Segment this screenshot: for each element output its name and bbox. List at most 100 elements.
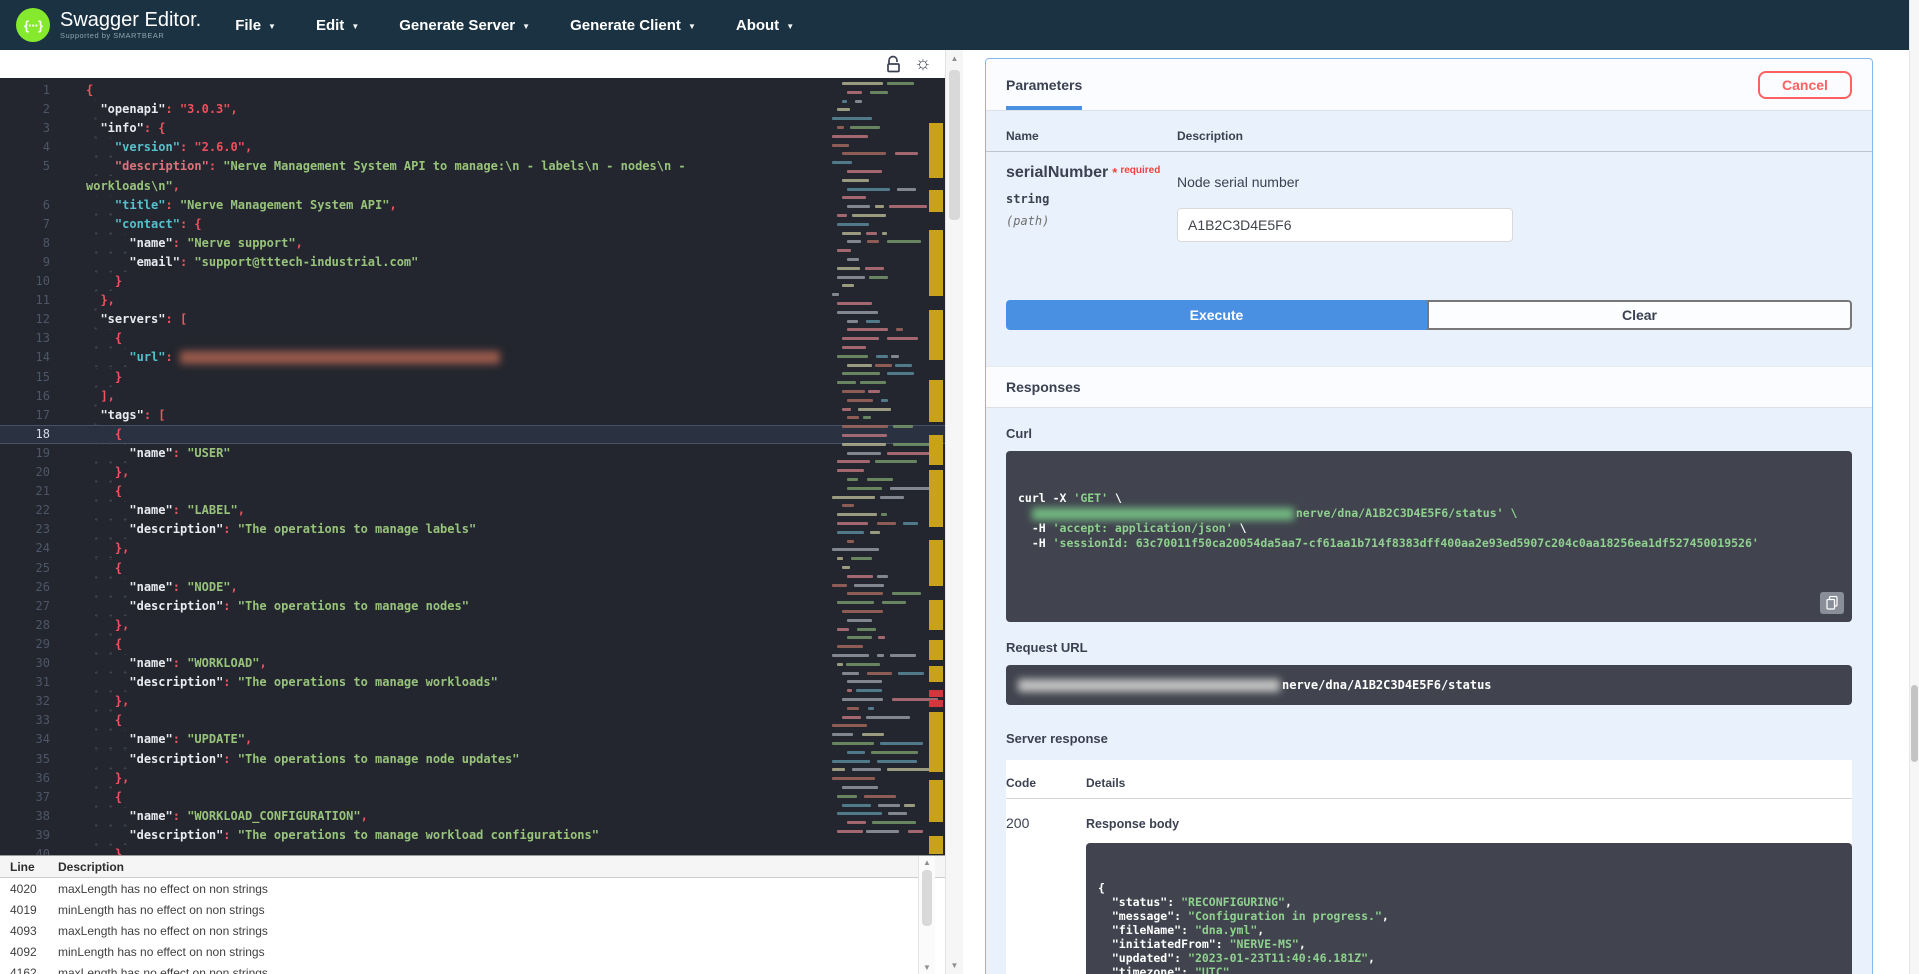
warning-marker[interactable] (929, 190, 943, 212)
cancel-button[interactable]: Cancel (1758, 71, 1852, 99)
editor-line[interactable]: 29{ (0, 635, 945, 654)
editor-line[interactable]: 13{ (0, 329, 945, 348)
console-scroll-thumb[interactable] (922, 870, 932, 926)
warning-marker[interactable] (929, 435, 943, 465)
top-navbar: {···} Swagger Editor. Supported by SMART… (0, 0, 1919, 50)
menu-bar: File▼ Edit▼ Generate Server▼ Generate Clien… (235, 17, 794, 34)
warning-marker[interactable] (929, 123, 943, 178)
code-editor[interactable]: 1{2"openapi": "3.0.3",3"info": {4"versio… (0, 78, 945, 855)
editor-line[interactable]: 20}, (0, 463, 945, 482)
editor-line[interactable]: 10} (0, 272, 945, 291)
editor-line[interactable]: 2"openapi": "3.0.3", (0, 100, 945, 119)
brightness-icon[interactable]: ☼ (913, 54, 933, 74)
editor-line[interactable]: 33{ (0, 711, 945, 730)
editor-line[interactable]: 16], (0, 387, 945, 406)
serial-number-input[interactable] (1177, 208, 1513, 242)
editor-line[interactable]: 1{ (0, 81, 945, 100)
warning-marker[interactable] (929, 666, 943, 682)
parameters-title: Parameters (1006, 77, 1082, 93)
warning-marker[interactable] (929, 230, 943, 296)
response-body-block: { "status": "RECONFIGURING", "message": … (1086, 843, 1852, 974)
scroll-up-icon[interactable]: ▲ (946, 54, 963, 63)
console-row[interactable]: 4162maxLength has no effect on non strin… (0, 962, 945, 974)
parameter-description: Node serial number (1177, 174, 1513, 190)
editor-line[interactable]: 25{ (0, 559, 945, 578)
editor-line[interactable]: 27"description": "The operations to mana… (0, 597, 945, 616)
editor-line[interactable]: 9"email": "support@tttech-industrial.com… (0, 253, 945, 272)
editor-line[interactable]: 12"servers": [ (0, 310, 945, 329)
editor-line[interactable]: 19"name": "USER" (0, 444, 945, 463)
console-row[interactable]: 4020maxLength has no effect on non strin… (0, 878, 945, 899)
editor-line[interactable]: 22"name": "LABEL", (0, 501, 945, 520)
warning-marker[interactable] (929, 780, 943, 822)
scroll-up-icon[interactable]: ▲ (919, 858, 935, 867)
editor-line[interactable]: 23"description": "The operations to mana… (0, 520, 945, 539)
scroll-down-icon[interactable]: ▼ (919, 963, 935, 972)
editor-line[interactable]: 26"name": "NODE", (0, 578, 945, 597)
editor-line[interactable]: 5"description": "Nerve Management System… (0, 157, 945, 176)
editor-line[interactable]: 14"url": (0, 348, 945, 367)
menu-generate-server[interactable]: Generate Server▼ (399, 17, 530, 34)
editor-line[interactable]: 30"name": "WORKLOAD", (0, 654, 945, 673)
warning-marker[interactable] (929, 712, 943, 772)
live-response-row: 200 Response body { "status": "RECONFIGU… (1006, 799, 1852, 974)
editor-line[interactable]: 7"contact": { (0, 215, 945, 234)
request-url-label: Request URL (1006, 640, 1852, 655)
menu-edit[interactable]: Edit▼ (316, 17, 359, 34)
console-row[interactable]: 4092minLength has no effect on non strin… (0, 941, 945, 962)
warning-marker[interactable] (929, 640, 943, 660)
editor-line[interactable]: 37{ (0, 788, 945, 807)
menu-about[interactable]: About▼ (736, 17, 794, 34)
copy-icon[interactable] (1820, 592, 1844, 614)
menu-generate-client[interactable]: Generate Client▼ (570, 17, 696, 34)
page-scroll-thumb[interactable] (1911, 685, 1918, 762)
console-row[interactable]: 4093maxLength has no effect on non strin… (0, 920, 945, 941)
execute-button[interactable]: Execute (1006, 300, 1427, 330)
editor-line[interactable]: 35"description": "The operations to mana… (0, 750, 945, 769)
console-row[interactable]: 4019minLength has no effect on non strin… (0, 899, 945, 920)
clear-button[interactable]: Clear (1427, 300, 1852, 330)
editor-line[interactable]: 36}, (0, 769, 945, 788)
parameter-type: string (1006, 192, 1177, 206)
editor-line[interactable]: 21{ (0, 482, 945, 501)
editor-line[interactable]: 31"description": "The operations to mana… (0, 673, 945, 692)
warning-marker[interactable] (929, 540, 943, 586)
editor-line[interactable]: 6"title": "Nerve Management System API", (0, 196, 945, 215)
error-marker[interactable] (929, 690, 943, 697)
warning-marker[interactable] (929, 836, 943, 854)
editor-line[interactable]: 3"info": { (0, 119, 945, 138)
error-marker[interactable] (929, 700, 943, 707)
editor-minimap[interactable] (830, 82, 924, 848)
console-rows: 4020maxLength has no effect on non strin… (0, 878, 945, 974)
editor-line[interactable]: 39"description": "The operations to mana… (0, 826, 945, 845)
editor-line[interactable]: workloads\n", (0, 177, 945, 196)
warning-marker[interactable] (929, 310, 943, 360)
details-column-header: Details (1086, 776, 1125, 790)
editor-line[interactable]: 34"name": "UPDATE", (0, 730, 945, 749)
editor-line[interactable]: 24}, (0, 539, 945, 558)
editor-scroll-thumb[interactable] (949, 70, 960, 220)
editor-scrollbar[interactable]: ▲ ▼ (945, 50, 963, 974)
tab-parameters[interactable]: Parameters (1006, 59, 1082, 110)
editor-line[interactable]: 8"name": "Nerve support", (0, 234, 945, 253)
page-scrollbar[interactable] (1909, 0, 1919, 974)
console-scrollbar[interactable]: ▲ ▼ (918, 856, 935, 974)
editor-line[interactable]: 18{ (0, 425, 945, 444)
chevron-down-icon: ▼ (351, 22, 359, 31)
scroll-down-icon[interactable]: ▼ (946, 961, 963, 970)
editor-line[interactable]: 38"name": "WORKLOAD_CONFIGURATION", (0, 807, 945, 826)
unlock-icon[interactable] (884, 54, 904, 74)
editor-line[interactable]: 17"tags": [ (0, 406, 945, 425)
warning-marker-bar[interactable] (929, 78, 943, 855)
editor-toolbar: ☼ (0, 50, 945, 78)
editor-line[interactable]: 4"version": "2.6.0", (0, 138, 945, 157)
menu-file[interactable]: File▼ (235, 17, 276, 34)
editor-line[interactable]: 11}, (0, 291, 945, 310)
editor-line[interactable]: 40} (0, 845, 945, 855)
warning-marker[interactable] (929, 470, 943, 527)
editor-line[interactable]: 28}, (0, 616, 945, 635)
warning-marker[interactable] (929, 600, 943, 630)
warning-marker[interactable] (929, 380, 943, 422)
editor-line[interactable]: 15} (0, 368, 945, 387)
editor-line[interactable]: 32}, (0, 692, 945, 711)
